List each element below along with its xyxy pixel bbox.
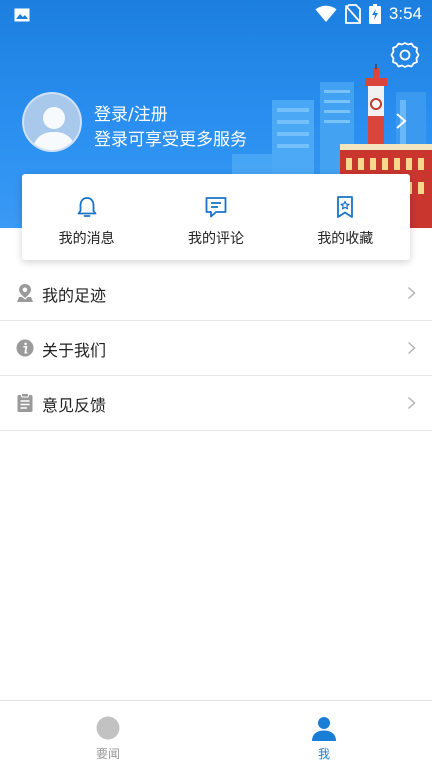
image-icon <box>14 8 30 22</box>
tab-news[interactable]: 要闻 <box>0 701 216 768</box>
chevron-right-icon <box>407 341 416 355</box>
my-messages-label: 我的消息 <box>58 231 115 247</box>
chevron-right-icon[interactable] <box>394 112 408 130</box>
my-favorites-button[interactable]: 我的收藏 <box>281 174 410 260</box>
clipboard-icon <box>17 393 33 412</box>
comment-icon <box>205 197 227 218</box>
settings-menu: 我的足迹 关于我们 意见反馈 <box>0 266 432 431</box>
menu-item-feedback[interactable]: 意见反馈 <box>0 376 432 431</box>
circle-icon <box>96 716 120 740</box>
bookmark-star-icon <box>337 196 354 218</box>
bell-icon <box>77 197 97 217</box>
my-comments-button[interactable]: 我的评论 <box>151 174 280 260</box>
status-bar: 3:54 <box>0 0 432 30</box>
user-silhouette-icon <box>32 107 76 150</box>
wifi-icon <box>315 5 337 22</box>
chevron-right-icon <box>407 286 416 300</box>
menu-item-about-us-label: 关于我们 <box>42 341 107 360</box>
quick-actions-card: 我的消息 我的评论 我的收藏 <box>22 174 410 260</box>
person-icon <box>312 717 336 741</box>
tab-news-label: 要闻 <box>95 747 120 761</box>
menu-item-about-us[interactable]: 关于我们 <box>0 321 432 376</box>
status-time: 3:54 <box>388 4 422 23</box>
tab-me-label: 我 <box>317 747 330 761</box>
tab-me[interactable]: 我 <box>216 701 432 768</box>
location-pin-icon <box>17 284 33 302</box>
avatar[interactable] <box>22 92 82 152</box>
info-icon <box>16 339 34 357</box>
chevron-right-icon <box>407 396 416 410</box>
no-sim-icon <box>344 4 361 24</box>
login-benefit-text: 登录可享受更多服务 <box>94 130 247 150</box>
battery-charging-icon <box>368 4 381 24</box>
login-register-link[interactable]: 登录/注册 <box>94 100 168 125</box>
bottom-tab-bar: 要闻 我 <box>0 700 432 768</box>
my-favorites-label: 我的收藏 <box>317 231 374 247</box>
menu-item-feedback-label: 意见反馈 <box>42 396 107 415</box>
my-messages-button[interactable]: 我的消息 <box>22 174 151 260</box>
my-comments-label: 我的评论 <box>187 231 244 247</box>
menu-item-footprints[interactable]: 我的足迹 <box>0 266 432 321</box>
menu-item-footprints-label: 我的足迹 <box>42 286 107 305</box>
